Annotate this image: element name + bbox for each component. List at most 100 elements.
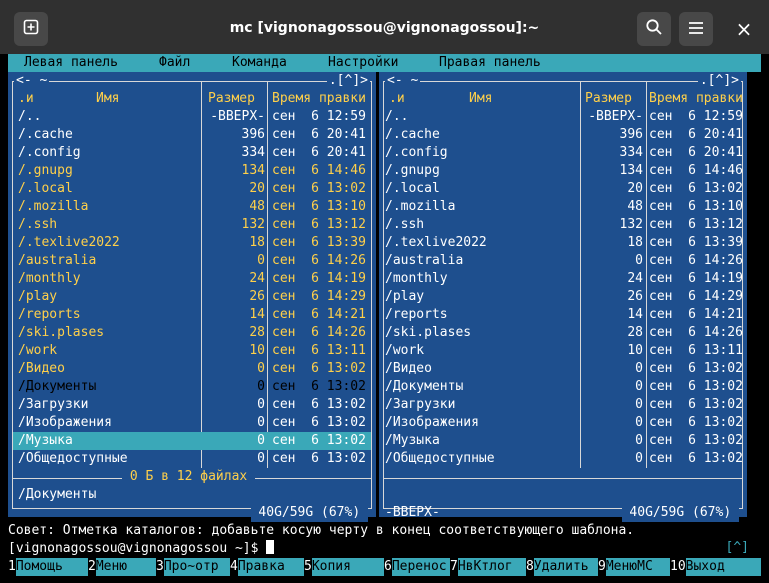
file-size: 396 <box>241 127 265 142</box>
fkey-9[interactable]: 9МенюMC <box>598 558 670 576</box>
file-row[interactable]: /.local 20 сен 6 13:02 <box>379 180 747 198</box>
prompt-caret[interactable]: [^] <box>726 540 749 555</box>
file-row[interactable]: /australia 0 сен 6 14:26 <box>379 252 747 270</box>
column-header-time[interactable]: Время правки <box>649 90 743 108</box>
fkey-number: 8 <box>526 559 534 574</box>
shell-prompt[interactable]: [vignonagossou@vignonagossou ~]$ <box>8 540 761 558</box>
file-row[interactable]: /work 10 сен 6 13:11 <box>8 342 376 360</box>
file-size: 26 <box>249 289 265 304</box>
file-row[interactable]: /reports 14 сен 6 14:21 <box>8 306 376 324</box>
file-row[interactable]: /.mozilla 48 сен 6 13:10 <box>8 198 376 216</box>
file-row[interactable]: /Видео 0 сен 6 13:02 <box>379 360 747 378</box>
file-size: 26 <box>627 289 643 304</box>
fkey-1[interactable]: 1Помощь <box>8 558 88 576</box>
file-name: /.texlive2022 <box>18 235 120 250</box>
file-row[interactable]: /Изображения 0 сен 6 13:02 <box>379 414 747 432</box>
right-disk-usage: 40G/59G (67%) <box>621 504 739 522</box>
menu-right-panel[interactable]: Правая панель <box>439 54 541 72</box>
file-name: /.. <box>18 109 42 124</box>
fkey-5[interactable]: 5Копия <box>304 558 384 576</box>
file-row[interactable]: /Общедоступные 0 сен 6 13:02 <box>379 450 747 468</box>
column-header-size[interactable]: Размер <box>208 90 255 108</box>
file-size: 0 <box>257 433 265 448</box>
file-row[interactable]: /.config 334 сен 6 20:41 <box>8 144 376 162</box>
name-sort-marker[interactable]: .и <box>389 90 405 108</box>
file-row[interactable]: /ski.plases 28 сен 6 14:26 <box>8 324 376 342</box>
file-size: 0 <box>635 451 643 466</box>
file-row[interactable]: /.. -ВВЕРХ-сен 6 12:59 <box>379 108 747 126</box>
file-row[interactable]: /australia 0 сен 6 14:26 <box>8 252 376 270</box>
right-panel-controls[interactable]: .[^]> <box>697 72 741 90</box>
file-row[interactable]: /Загрузки 0 сен 6 13:02 <box>379 396 747 414</box>
file-date: сен 6 13:02 <box>272 361 366 376</box>
left-panel-controls[interactable]: .[^]> <box>326 72 370 90</box>
file-row[interactable]: /ski.plases 28 сен 6 14:26 <box>379 324 747 342</box>
file-row[interactable]: /reports 14 сен 6 14:21 <box>379 306 747 324</box>
menu-file[interactable]: Файл <box>159 54 190 72</box>
file-row[interactable]: /Музыка 0 сен 6 13:02 <box>379 432 747 450</box>
file-row[interactable]: /monthly 24 сен 6 14:19 <box>379 270 747 288</box>
column-header-name[interactable]: Имя <box>469 90 492 108</box>
fkey-7[interactable]: 7НвКтлог <box>450 558 526 576</box>
file-size: 134 <box>241 163 265 178</box>
fkey-3[interactable]: 3Про~отр <box>156 558 230 576</box>
file-date: сен 6 12:59 <box>272 109 366 124</box>
left-panel-path[interactable]: <- ~ <box>14 72 50 90</box>
file-row[interactable]: /.texlive2022 18 сен 6 13:39 <box>379 234 747 252</box>
menu-left-panel[interactable]: Левая панель <box>24 54 118 72</box>
file-row[interactable]: /.gnupg 134 сен 6 14:46 <box>8 162 376 180</box>
file-size: 132 <box>241 217 265 232</box>
file-row[interactable]: /Документы 0 сен 6 13:02 <box>8 378 376 396</box>
file-row[interactable]: /Музыка 0 сен 6 13:02 <box>8 432 376 450</box>
file-row[interactable]: /.mozilla 48 сен 6 13:10 <box>379 198 747 216</box>
close-button[interactable]: × <box>727 12 761 46</box>
file-row[interactable]: /.ssh 132 сен 6 13:12 <box>8 216 376 234</box>
file-row[interactable]: /.local 20 сен 6 13:02 <box>8 180 376 198</box>
file-row[interactable]: /.. -ВВЕРХ-сен 6 12:59 <box>8 108 376 126</box>
file-row[interactable]: /.cache 396 сен 6 20:41 <box>379 126 747 144</box>
fkey-6[interactable]: 6Перенос <box>384 558 450 576</box>
text-cursor <box>266 540 275 554</box>
column-header-size[interactable]: Размер <box>585 90 632 108</box>
file-name: /Видео <box>385 361 432 376</box>
right-panel[interactable]: <- ~ .[^]> .и Имя Размер Время правки /.… <box>379 72 747 522</box>
file-name: /australia <box>385 253 464 268</box>
file-name: /.config <box>385 145 448 160</box>
file-name: /monthly <box>18 271 81 286</box>
file-name: /Общедоступные <box>18 451 128 466</box>
file-size: 334 <box>619 145 643 160</box>
file-row[interactable]: /Документы 0 сен 6 13:02 <box>379 378 747 396</box>
menu-settings[interactable]: Настройки <box>328 54 398 72</box>
fkey-10[interactable]: 10Выход <box>670 558 761 576</box>
file-name: /.config <box>18 145 81 160</box>
file-row[interactable]: /.ssh 132 сен 6 13:12 <box>379 216 747 234</box>
file-row[interactable]: /monthly 24 сен 6 14:19 <box>8 270 376 288</box>
fkey-4[interactable]: 4Правка <box>230 558 304 576</box>
file-name: /.cache <box>18 127 73 142</box>
fkey-8[interactable]: 8Удалить <box>526 558 598 576</box>
file-row[interactable]: /.cache 396 сен 6 20:41 <box>8 126 376 144</box>
file-date: сен 6 13:39 <box>272 235 366 250</box>
search-button[interactable] <box>637 12 671 46</box>
fkey-2[interactable]: 2Меню <box>88 558 156 576</box>
menu-command[interactable]: Команда <box>232 54 287 72</box>
left-panel[interactable]: <- ~ .[^]> .и Имя Размер Время правки /.… <box>8 72 376 522</box>
column-header-name[interactable]: Имя <box>96 90 119 108</box>
file-row[interactable]: /.config 334 сен 6 20:41 <box>379 144 747 162</box>
file-row[interactable]: /play 26 сен 6 14:29 <box>8 288 376 306</box>
column-header-time[interactable]: Время правки <box>272 90 366 108</box>
terminal-area[interactable]: Левая панель Файл Команда Настройки Прав… <box>8 54 761 583</box>
file-row[interactable]: /Изображения 0 сен 6 13:02 <box>8 414 376 432</box>
file-size: 48 <box>627 199 643 214</box>
file-row[interactable]: /Видео 0 сен 6 13:02 <box>8 360 376 378</box>
right-panel-path[interactable]: <- ~ <box>385 72 421 90</box>
file-row[interactable]: /.texlive2022 18 сен 6 13:39 <box>8 234 376 252</box>
menu-button[interactable] <box>679 12 713 46</box>
file-row[interactable]: /Общедоступные 0 сен 6 13:02 <box>8 450 376 468</box>
file-row[interactable]: /work 10 сен 6 13:11 <box>379 342 747 360</box>
file-size: 0 <box>257 379 265 394</box>
file-row[interactable]: /play 26 сен 6 14:29 <box>379 288 747 306</box>
name-sort-marker[interactable]: .и <box>18 90 34 108</box>
file-row[interactable]: /.gnupg 134 сен 6 14:46 <box>379 162 747 180</box>
file-row[interactable]: /Загрузки 0 сен 6 13:02 <box>8 396 376 414</box>
